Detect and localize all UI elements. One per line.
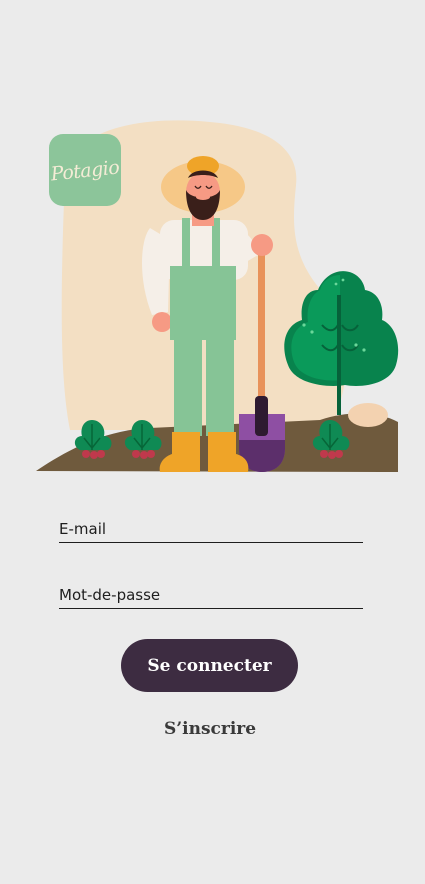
password-label: Mot-de-passe — [59, 586, 161, 604]
email-field[interactable]: E-mail — [59, 520, 363, 543]
password-field[interactable]: Mot-de-passe — [59, 586, 363, 609]
small-bush — [348, 403, 388, 427]
email-label: E-mail — [59, 520, 107, 538]
signup-link[interactable]: S’inscrire — [0, 719, 420, 739]
login-button[interactable]: Se connecter — [121, 639, 298, 692]
app-logo-text: Potagio — [49, 156, 121, 186]
gardener-illustration — [36, 120, 399, 472]
